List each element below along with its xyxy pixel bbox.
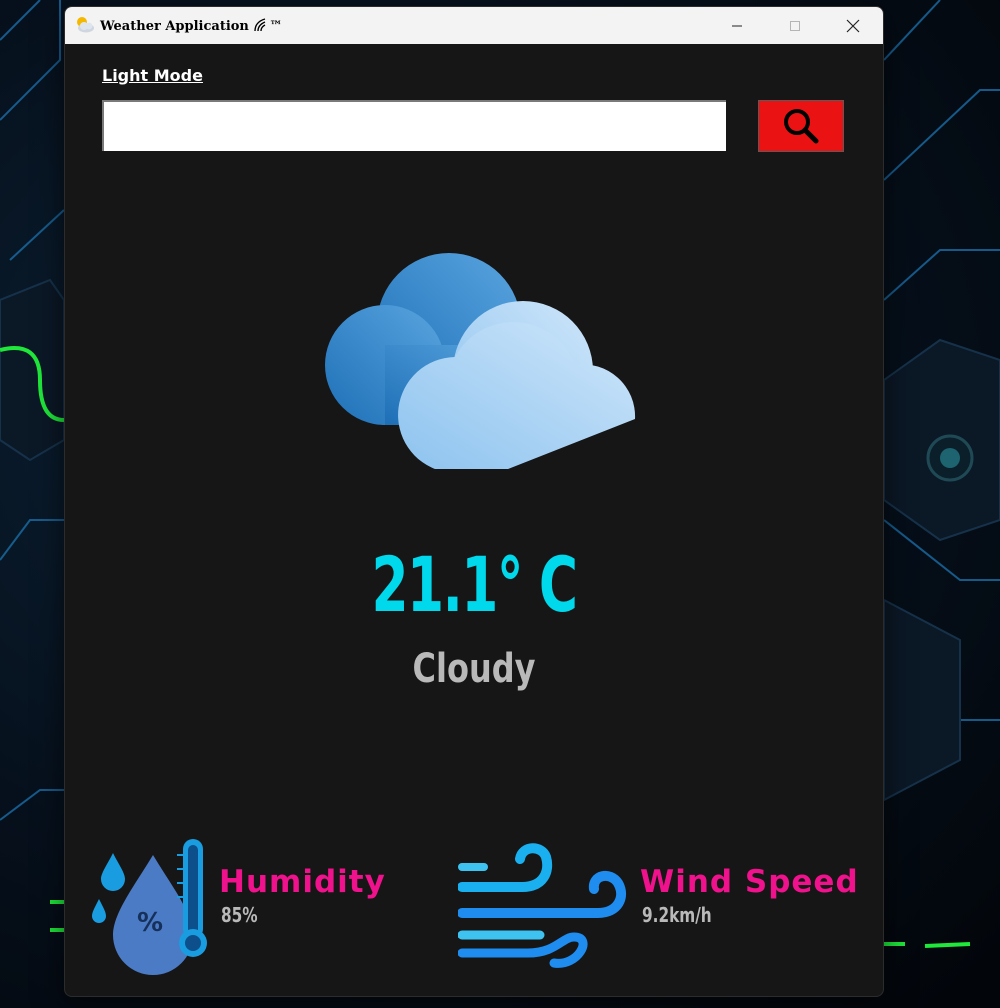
humidity-label: Humidity (219, 864, 386, 900)
close-button[interactable] (824, 7, 882, 44)
wind-speed-value: 9.2km/h (642, 903, 712, 927)
search-icon (784, 109, 819, 144)
title-bar[interactable]: Weather Application ™ (65, 7, 883, 44)
minimize-button[interactable] (708, 7, 766, 44)
weather-app-window: Weather Application ™ Light Mode 21.1° C… (64, 6, 884, 997)
partly-cloudy-icon (77, 17, 94, 33)
svg-text:%: % (137, 908, 163, 938)
search-button[interactable] (758, 100, 844, 152)
minimize-icon (732, 25, 742, 26)
window-title: Weather Application ™ (100, 17, 282, 34)
maximize-button[interactable] (766, 7, 824, 44)
temperature-readout: 21.1° C (371, 540, 578, 629)
trademark-symbol: ™ (269, 19, 283, 34)
wind-speed-label: Wind Speed (640, 864, 859, 900)
cloudy-icon (325, 253, 636, 469)
city-search-input[interactable] (102, 100, 726, 151)
humidity-icon: % (92, 839, 207, 975)
window-title-label: Weather Application (100, 19, 249, 34)
maximize-icon (790, 20, 800, 31)
light-mode-toggle[interactable]: Light Mode (102, 66, 203, 85)
weather-condition: Cloudy (412, 646, 536, 692)
wind-icon (458, 843, 627, 968)
humidity-value: 85% (221, 903, 258, 927)
signal-arcs-icon (254, 18, 266, 32)
close-icon (846, 19, 860, 32)
